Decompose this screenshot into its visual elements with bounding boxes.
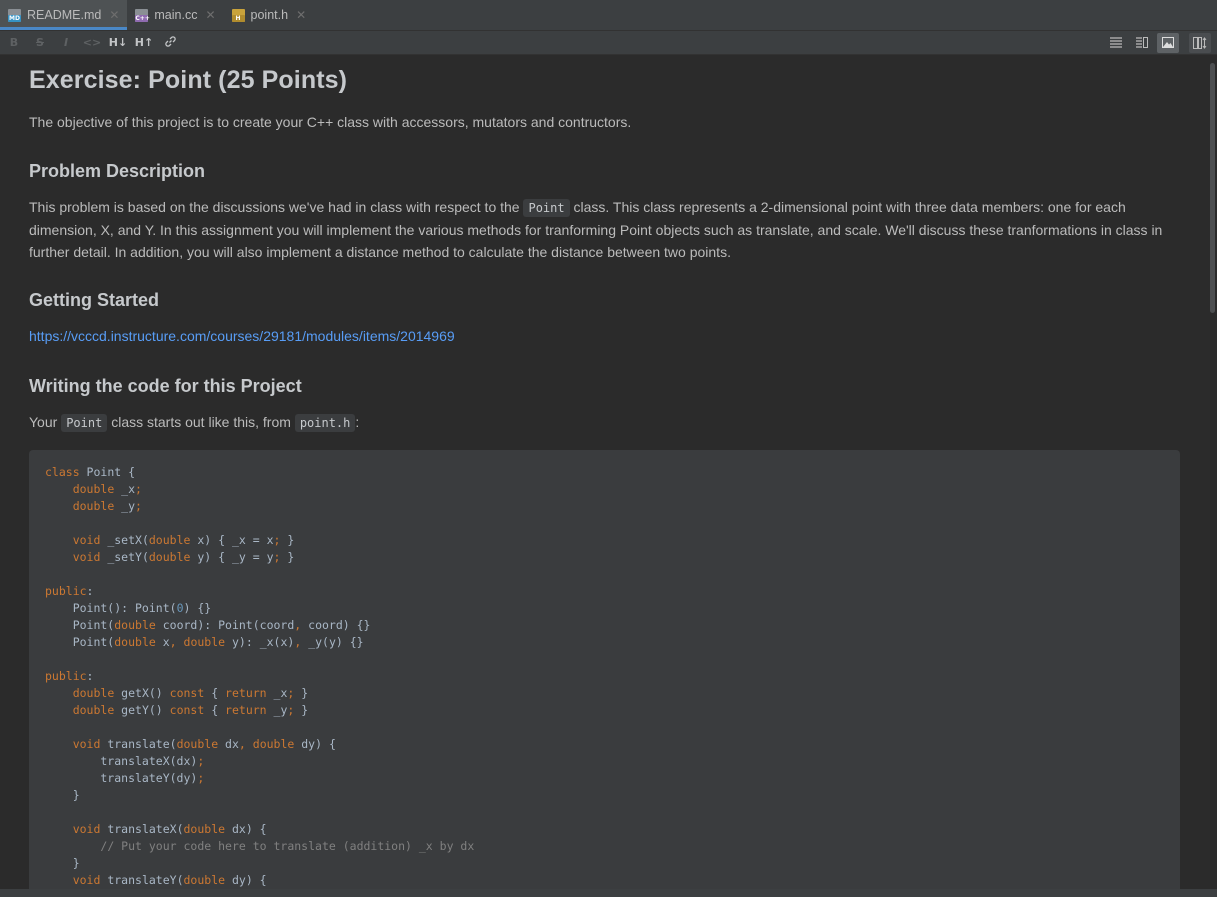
status-strip xyxy=(0,889,1217,897)
tab-readme[interactable]: MD README.md ✕ xyxy=(0,0,128,30)
code-line: public: xyxy=(45,669,94,683)
tab-main-cc[interactable]: C++ main.cc ✕ xyxy=(127,0,223,30)
close-icon[interactable]: ✕ xyxy=(296,8,306,22)
code-line: Point(): Point(0) {} xyxy=(45,601,212,615)
your-paragraph: Your Point class starts out like this, f… xyxy=(29,411,1179,434)
heading-problem-description: Problem Description xyxy=(29,161,206,181)
code-line: double getY() const { return _y; } xyxy=(72,703,309,717)
code-line: double _x; xyxy=(72,482,142,496)
scroll-sync-icon xyxy=(1193,36,1207,49)
code-line: Point(double x, double y): _x(x), _y(y) … xyxy=(45,635,364,649)
code-line: } xyxy=(45,856,80,870)
heading-getting-started: Getting Started xyxy=(29,290,160,310)
markdown-preview[interactable]: Exercise: Point (25 Points) The objectiv… xyxy=(0,55,1209,889)
code-line: double _y; xyxy=(72,499,142,513)
header-file-icon: H xyxy=(231,8,245,22)
page-title: Exercise: Point (25 Points) xyxy=(29,66,348,94)
vertical-scrollbar[interactable] xyxy=(1209,55,1217,889)
editor-only-button[interactable] xyxy=(1105,33,1127,53)
preview-only-button[interactable] xyxy=(1157,32,1179,53)
scroll-sync-button[interactable] xyxy=(1189,32,1211,53)
code-button[interactable]: <> xyxy=(79,36,105,49)
lines-icon xyxy=(1110,37,1122,48)
split-view-button[interactable] xyxy=(1131,33,1153,53)
problem-paragraph: This problem is based on the discussions… xyxy=(29,196,1179,263)
code-line: Point(double coord): Point(coord, coord)… xyxy=(45,618,371,632)
code-line: void translateY(double dy) { xyxy=(72,873,267,887)
your-text-mid: class starts out like this, from xyxy=(111,414,291,430)
code-line: void _setY(double y) { _y = y; } xyxy=(72,550,295,564)
code-line: translateY(dy); xyxy=(45,771,205,785)
editor-tab-bar: MD README.md ✕ C++ main.cc ✕ H point.h ✕ xyxy=(0,0,1217,31)
strikethrough-button[interactable]: S xyxy=(27,36,53,49)
tab-label: main.cc xyxy=(154,8,198,22)
heading-writing-code: Writing the code for this Project xyxy=(29,376,302,396)
code-line: void translate(double dx, double dy) { xyxy=(72,737,336,751)
markdown-file-icon: MD xyxy=(8,8,21,22)
link-button[interactable] xyxy=(157,35,183,51)
close-icon[interactable]: ✕ xyxy=(205,8,215,22)
your-text-pre: Your xyxy=(29,414,58,430)
close-icon[interactable]: ✕ xyxy=(109,8,119,22)
link-paragraph: https://vcccd.instructure.com/courses/29… xyxy=(29,325,1179,347)
problem-text-pre: This problem is based on the discussions… xyxy=(29,199,520,215)
italic-button[interactable]: I xyxy=(53,36,79,49)
code-line: void translateX(double dx) { xyxy=(72,822,267,836)
your-text-post: : xyxy=(355,414,360,430)
header-increase-button[interactable]: H↑ xyxy=(131,36,157,49)
link-icon xyxy=(164,35,176,47)
markdown-toolbar: B S I <> H↓ H↑ xyxy=(0,31,1217,55)
code-block: class Point { double _x; double _y; void… xyxy=(29,450,1180,889)
image-icon xyxy=(1162,37,1174,48)
course-link[interactable]: https://vcccd.instructure.com/courses/29… xyxy=(29,328,455,344)
inline-code: Point xyxy=(523,199,570,217)
code-line: translateX(dx); xyxy=(45,754,205,768)
cpp-file-icon: C++ xyxy=(135,8,150,22)
tab-label: README.md xyxy=(27,8,102,22)
intro-paragraph: The objective of this project is to crea… xyxy=(29,114,632,130)
code-line: double getX() const { return _x; } xyxy=(72,686,309,700)
inline-code: Point xyxy=(61,414,108,432)
code-line: } xyxy=(45,788,80,802)
inline-code: point.h xyxy=(294,414,356,432)
code-text: class Point { double _x; double _y; void… xyxy=(45,464,474,889)
header-decrease-button[interactable]: H↓ xyxy=(105,36,131,49)
code-line: public: xyxy=(45,584,94,598)
tab-label: point.h xyxy=(250,8,289,22)
bold-button[interactable]: B xyxy=(1,36,27,49)
split-icon xyxy=(1136,37,1148,48)
code-line: void _setX(double x) { _x = x; } xyxy=(72,533,295,547)
tab-point-h[interactable]: H point.h ✕ xyxy=(224,0,315,30)
code-line: // Put your code here to translate (addi… xyxy=(100,839,475,853)
scrollbar-thumb[interactable] xyxy=(1210,63,1215,313)
code-line: class Point { xyxy=(45,465,136,479)
